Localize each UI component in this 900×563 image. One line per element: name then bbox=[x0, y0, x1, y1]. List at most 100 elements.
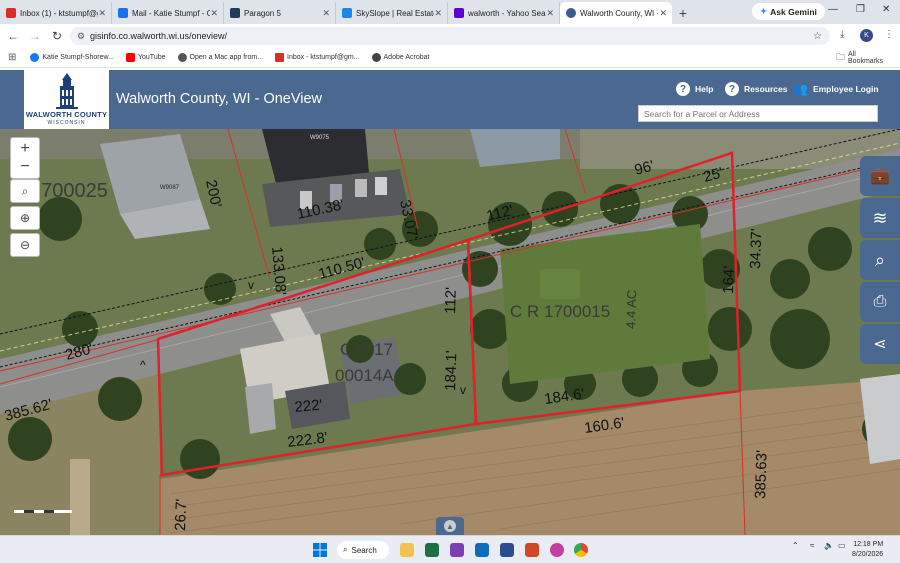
aerial-map[interactable]: W9075 W9087 R 1700025 C R 1700015 C R 17… bbox=[0, 129, 900, 535]
tab-outlook-mail[interactable]: Mail - Katie Stumpf - Ou ✕ bbox=[112, 2, 224, 24]
parcel-search-input[interactable] bbox=[638, 105, 878, 122]
restore-icon[interactable]: ❐ bbox=[856, 4, 865, 15]
svg-text:v: v bbox=[248, 278, 254, 292]
taskbar-search[interactable]: ⌕ Search bbox=[337, 541, 389, 559]
magnifier-plus-icon: ⊕ bbox=[19, 211, 31, 225]
clock-date: 8/20/2026 bbox=[852, 551, 884, 558]
all-bookmarks[interactable]: 🗀 All Bookmarks bbox=[836, 50, 888, 66]
wifi-icon[interactable]: ≈ bbox=[810, 541, 814, 550]
layers-icon: ≋ bbox=[872, 207, 888, 228]
zoom-in-magnifier-button[interactable]: ⊕ bbox=[10, 206, 40, 230]
paragon-icon bbox=[230, 8, 240, 18]
window-close-icon[interactable]: ✕ bbox=[882, 4, 890, 15]
download-icon[interactable]: ⤓ bbox=[840, 29, 844, 40]
close-icon[interactable]: ✕ bbox=[659, 8, 667, 19]
tray-chevron-icon[interactable]: ⌃ bbox=[792, 541, 799, 550]
outlook-icon[interactable] bbox=[475, 543, 489, 557]
logo-state-name: WISCONSIN bbox=[47, 120, 86, 126]
browser-tab-bar: Inbox (1) - ktstumpf@gm✕ Mail - Katie St… bbox=[0, 0, 900, 24]
apple-icon bbox=[177, 53, 187, 62]
svg-text:^: ^ bbox=[140, 358, 146, 372]
apps-grid-icon[interactable]: ⊞ bbox=[8, 52, 16, 63]
expand-panel-button[interactable]: ▲ bbox=[436, 517, 464, 535]
tab-yahoo-search[interactable]: walworth - Yahoo Search✕ bbox=[448, 2, 560, 24]
address-label-w9075: W9075 bbox=[310, 135, 330, 141]
printer-icon: ⎙ bbox=[873, 293, 887, 310]
share-button[interactable]: ⋖ bbox=[860, 324, 900, 364]
globe-search-icon: ⌕ bbox=[21, 183, 29, 198]
close-icon[interactable]: ✕ bbox=[210, 8, 218, 19]
search-icon: ⌕ bbox=[343, 545, 348, 554]
chrome-icon[interactable] bbox=[574, 543, 588, 557]
page-title: Walworth County, WI - OneView bbox=[116, 91, 323, 107]
bookmark-facebook[interactable]: Katie Stumpf-Shorew... bbox=[30, 53, 114, 62]
file-explorer-icon[interactable] bbox=[400, 543, 414, 557]
close-icon[interactable]: ✕ bbox=[98, 8, 106, 19]
dim-112-mid: 112' bbox=[442, 287, 460, 314]
zoom-out-magnifier-button[interactable]: ⊖ bbox=[10, 233, 40, 257]
close-icon[interactable]: ✕ bbox=[546, 8, 554, 19]
zoom-in-icon[interactable]: + bbox=[20, 140, 29, 158]
volume-icon[interactable]: 🔈 bbox=[824, 541, 834, 550]
tab-walworth-oneview[interactable]: Walworth County, WI - O✕ bbox=[560, 2, 672, 24]
excel-icon[interactable] bbox=[425, 543, 439, 557]
tools-button[interactable]: 💼 bbox=[860, 156, 900, 196]
bookmark-mac-app[interactable]: Open a Mac app from... bbox=[177, 53, 263, 62]
acrobat-icon bbox=[371, 53, 381, 62]
tab-paragon[interactable]: Paragon 5 ✕ bbox=[224, 2, 336, 24]
zoom-control: + − bbox=[10, 137, 40, 179]
youtube-icon bbox=[125, 53, 135, 62]
layers-button[interactable]: ≋ bbox=[860, 198, 900, 238]
tab-skyslope[interactable]: SkySlope | Real Estate Tra✕ bbox=[336, 2, 448, 24]
search-tool-button[interactable]: ⌕ bbox=[860, 240, 900, 280]
resources-link[interactable]: ? Resources bbox=[725, 82, 787, 96]
facebook-icon bbox=[30, 53, 40, 62]
windows-start-icon[interactable] bbox=[313, 543, 327, 557]
minimize-icon[interactable]: — bbox=[828, 4, 838, 15]
county-logo[interactable]: WALWORTH COUNTY WISCONSIN bbox=[24, 70, 109, 129]
acreage-label: 4.4 AC bbox=[623, 290, 639, 330]
bookmark-star-icon[interactable]: ☆ bbox=[813, 31, 822, 42]
employee-login-link[interactable]: 👥 Employee Login bbox=[793, 82, 879, 96]
powerpoint-icon[interactable] bbox=[525, 543, 539, 557]
globe-view-button[interactable]: ⌕ bbox=[10, 179, 40, 203]
onenote-icon[interactable] bbox=[450, 543, 464, 557]
new-tab-button[interactable]: + bbox=[672, 2, 694, 24]
address-toolbar: ← → ↻ ⚙ gisinfo.co.walworth.wi.us/onevie… bbox=[0, 24, 900, 48]
folder-icon: 🗀 bbox=[836, 51, 846, 62]
map-view[interactable]: W9075 W9087 R 1700025 C R 1700015 C R 17… bbox=[0, 129, 900, 535]
yahoo-icon bbox=[454, 8, 464, 18]
help-icon: ? bbox=[676, 82, 690, 96]
taskbar-clock[interactable]: 12:18 PM 8/20/2026 bbox=[852, 540, 883, 560]
windows-taskbar: ⌕ Search ⌃ ≈ 🔈 ▭ 12:18 PM 8/20/2026 bbox=[0, 535, 900, 563]
teams-icon[interactable] bbox=[500, 543, 514, 557]
url-bar[interactable]: ⚙ gisinfo.co.walworth.wi.us/oneview/ ☆ bbox=[70, 27, 830, 45]
print-button[interactable]: ⎙ bbox=[860, 282, 900, 322]
outlook-icon bbox=[118, 8, 128, 18]
back-arrow-icon[interactable]: ← bbox=[2, 29, 24, 43]
site-info-icon[interactable]: ⚙ bbox=[77, 31, 85, 42]
url-text: gisinfo.co.walworth.wi.us/oneview/ bbox=[90, 31, 228, 41]
chevron-up-icon: ▲ bbox=[444, 520, 456, 532]
tab-gmail[interactable]: Inbox (1) - ktstumpf@gm✕ bbox=[0, 2, 112, 24]
bookmark-acrobat[interactable]: Adobe Acrobat bbox=[371, 53, 429, 62]
forward-arrow-icon[interactable]: → bbox=[24, 29, 46, 43]
battery-icon[interactable]: ▭ bbox=[838, 541, 846, 550]
zoom-out-icon[interactable]: − bbox=[20, 158, 29, 176]
help-link[interactable]: ? Help bbox=[676, 82, 713, 96]
magnifier-minus-icon: ⊖ bbox=[19, 238, 31, 252]
bookmark-youtube[interactable]: YouTube bbox=[125, 53, 166, 62]
gmail-icon bbox=[6, 8, 16, 18]
profile-avatar[interactable]: K bbox=[860, 29, 873, 42]
close-icon[interactable]: ✕ bbox=[434, 8, 442, 19]
logo-county-name: WALWORTH COUNTY bbox=[25, 110, 108, 119]
menu-dots-icon[interactable]: ⋮ bbox=[884, 29, 894, 40]
reload-icon[interactable]: ↻ bbox=[46, 29, 68, 43]
copilot-icon[interactable] bbox=[550, 543, 564, 557]
ask-gemini-button[interactable]: ✦ Ask Gemini bbox=[752, 3, 825, 20]
parcel-label-1700015: C R 1700015 bbox=[510, 302, 610, 321]
close-icon[interactable]: ✕ bbox=[322, 8, 330, 19]
address-label-w9087: W9087 bbox=[160, 185, 180, 191]
svg-text:v: v bbox=[460, 383, 466, 397]
bookmark-gmail[interactable]: Inbox - ktstumpf@gm... bbox=[275, 53, 360, 62]
